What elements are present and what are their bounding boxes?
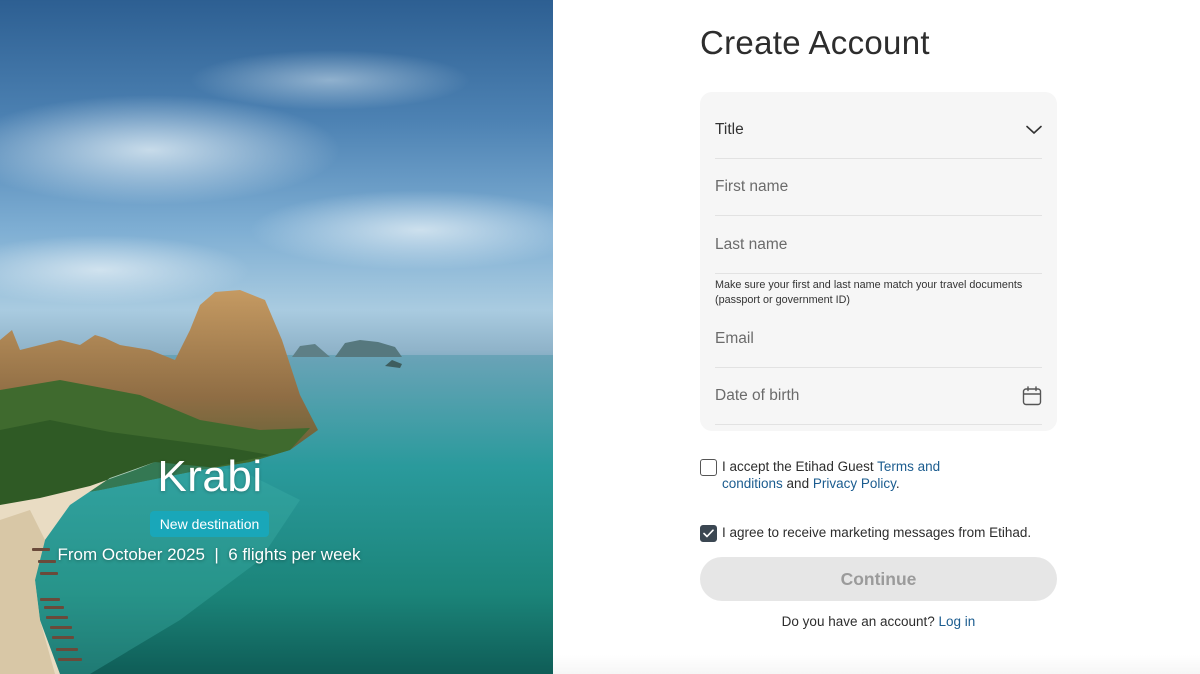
terms-consent: I accept the Etihad Guest Terms and cond…	[700, 459, 1000, 495]
login-prompt-row: Do you have an account? Log in	[700, 614, 1057, 629]
hero-landscape	[0, 50, 553, 674]
hero-destination: Krabi	[157, 452, 263, 501]
first-name-placeholder: First name	[715, 178, 789, 195]
title-select-label: Title	[715, 121, 744, 138]
privacy-policy-link[interactable]: Privacy Policy	[813, 476, 896, 491]
page-title: Create Account	[700, 24, 930, 61]
terms-checkbox[interactable]	[700, 459, 717, 476]
chevron-down-icon	[1026, 125, 1042, 135]
terms-middle: and	[782, 476, 813, 491]
terms-prefix: I accept the Etihad Guest	[722, 459, 878, 474]
email-field[interactable]: Email	[715, 311, 1042, 368]
date-of-birth-field[interactable]: Date of birth	[715, 368, 1042, 425]
registration-form: Title First name Last name Make sure you…	[700, 92, 1057, 431]
checkmark-icon	[703, 529, 714, 538]
terms-suffix: .	[895, 476, 900, 491]
first-name-field[interactable]: First name	[715, 159, 1042, 216]
last-name-field[interactable]: Last name	[715, 217, 1042, 274]
email-placeholder: Email	[715, 330, 754, 347]
date-of-birth-placeholder: Date of birth	[715, 387, 800, 404]
title-select[interactable]: Title	[715, 102, 1042, 159]
terms-consent-text: I accept the Etihad Guest Terms and cond…	[722, 458, 1000, 492]
marketing-consent-label: I agree to receive marketing messages fr…	[722, 525, 1032, 540]
hero-subtitle: From October 2025 | 6 flights per week	[57, 545, 361, 564]
login-prompt: Do you have an account?	[781, 614, 939, 629]
bottom-fade	[553, 655, 1200, 674]
last-name-placeholder: Last name	[715, 236, 788, 253]
name-hint: Make sure your first and last name match…	[715, 279, 1023, 306]
calendar-icon[interactable]	[1022, 386, 1042, 406]
marketing-checkbox[interactable]	[700, 525, 717, 542]
log-in-link[interactable]: Log in	[939, 614, 976, 629]
marketing-consent: I agree to receive marketing messages fr…	[700, 525, 1057, 543]
continue-button[interactable]: Continue	[700, 557, 1057, 601]
hero-image: Krabi New destination From October 2025 …	[0, 0, 553, 674]
new-destination-badge: New destination	[150, 511, 269, 537]
